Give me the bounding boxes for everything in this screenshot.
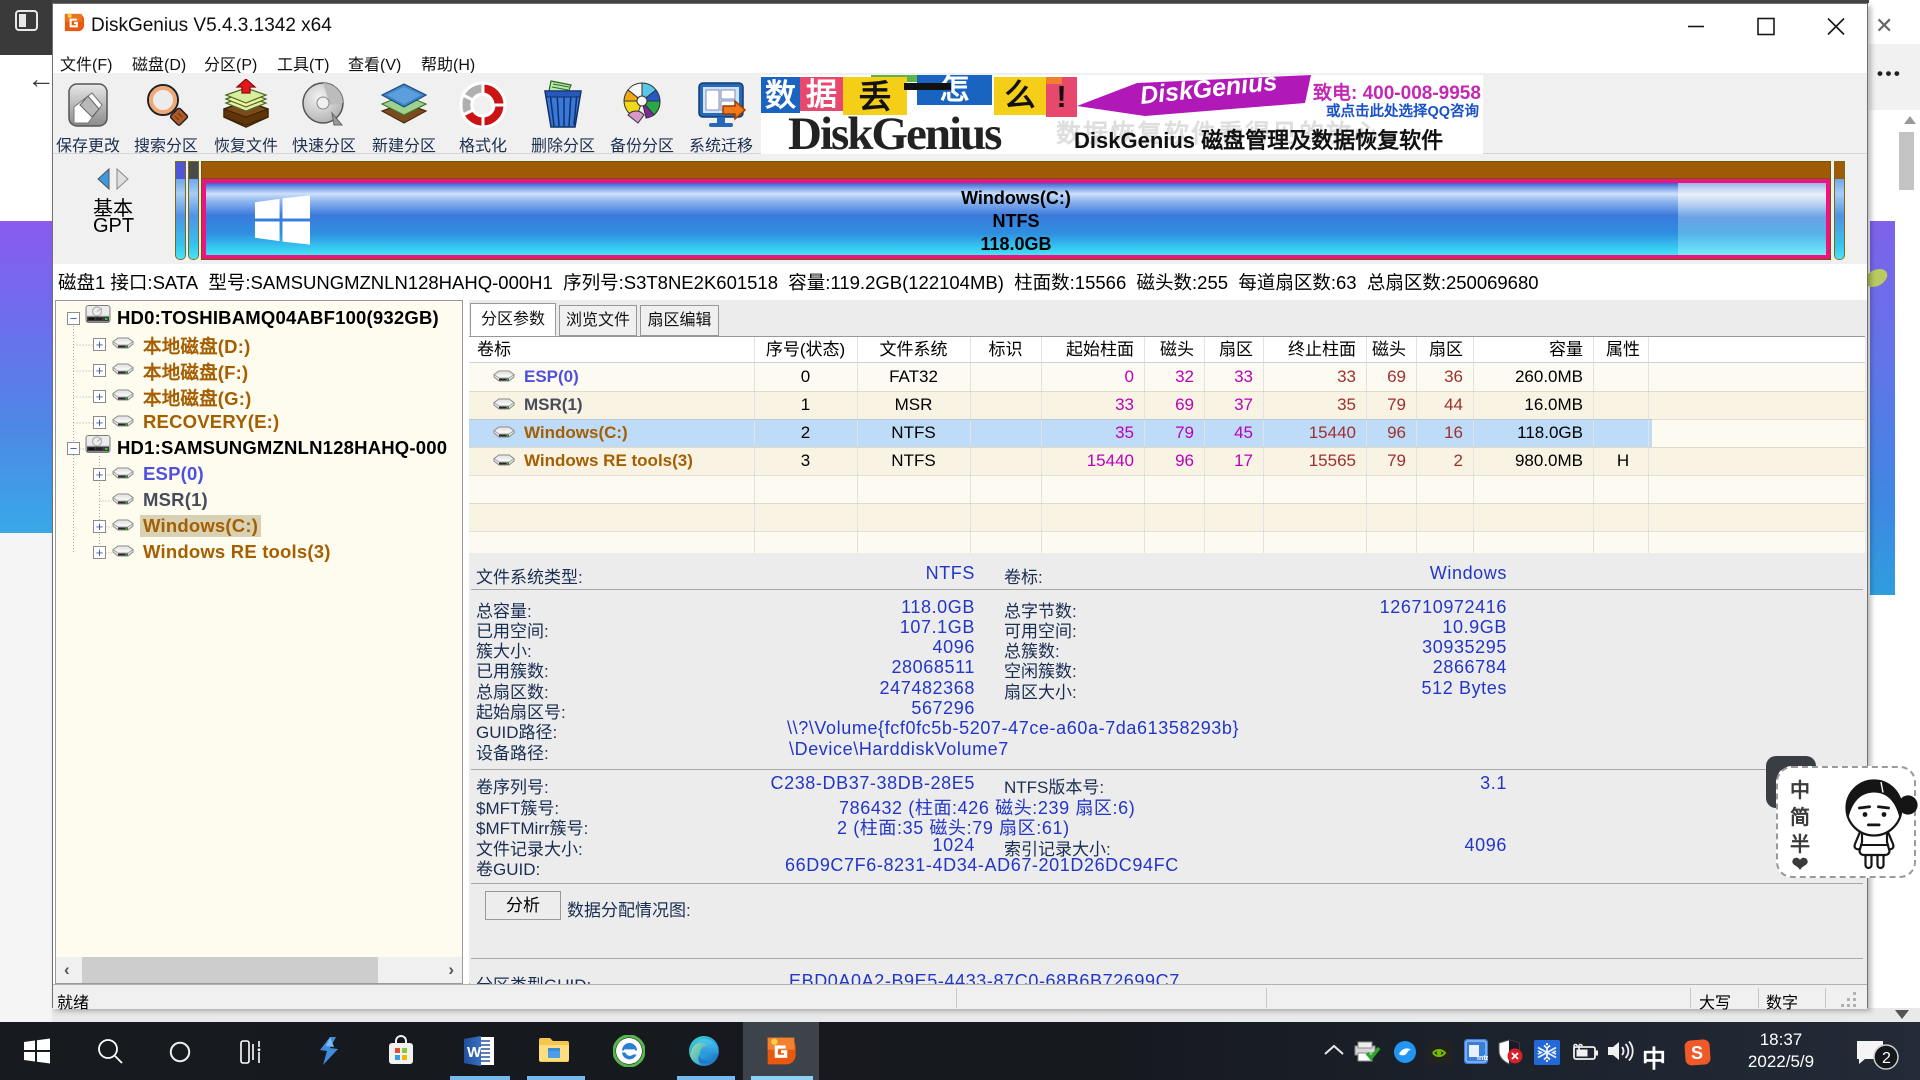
svg-text:W: W <box>467 1044 482 1061</box>
svg-text:intel: intel <box>1477 1055 1488 1062</box>
svg-text:2: 2 <box>1882 1050 1891 1067</box>
svg-text:S: S <box>1691 1043 1703 1063</box>
